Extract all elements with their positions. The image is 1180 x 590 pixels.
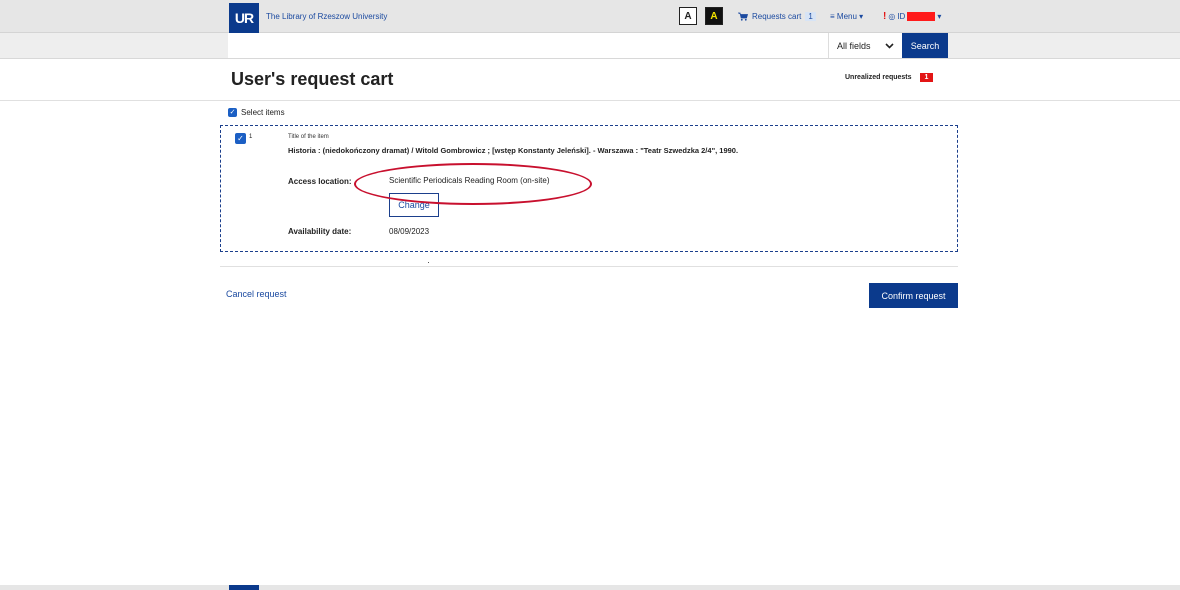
cart-item: ✓ 1 Title of the item Historia : (niedok… bbox=[220, 125, 958, 252]
cart-icon bbox=[738, 12, 748, 21]
item-title: Historia : (niedokończony dramat) / Wito… bbox=[288, 146, 739, 155]
user-account-dropdown[interactable]: ! ◎ ID ▾ bbox=[883, 11, 941, 22]
menu-label: Menu bbox=[836, 12, 857, 21]
item-number: 1 bbox=[249, 134, 253, 140]
unrealized-requests-link[interactable]: Unrealized requests 1 bbox=[845, 73, 934, 82]
availability-date-label: Availability date: bbox=[288, 227, 352, 236]
search-bar: All fields Search bbox=[0, 33, 1180, 59]
change-location-button[interactable]: Change bbox=[389, 193, 439, 217]
cart-count-badge: 1 bbox=[805, 12, 816, 21]
search-button[interactable]: Search bbox=[902, 33, 948, 58]
library-name-link[interactable]: The Library of Rzeszow University bbox=[266, 12, 387, 21]
contrast-high-button[interactable]: A bbox=[705, 7, 723, 25]
caret-down-icon: ▾ bbox=[859, 12, 864, 21]
id-label: ID bbox=[897, 12, 906, 21]
footer-bar bbox=[0, 585, 1180, 590]
item-title-caption: Title of the item bbox=[288, 134, 329, 140]
page-title: User's request cart bbox=[231, 69, 394, 89]
menu-dropdown[interactable]: ≡ Menu ▾ bbox=[830, 12, 863, 21]
availability-date-value: 08/09/2023 bbox=[389, 227, 430, 236]
select-all-checkbox[interactable]: ✓ bbox=[228, 108, 237, 117]
divider bbox=[220, 266, 958, 267]
requests-cart-link[interactable]: Requests cart 1 bbox=[738, 12, 816, 21]
select-items-label: Select items bbox=[241, 108, 285, 117]
chevron-down-icon bbox=[885, 42, 894, 49]
library-logo[interactable]: UR bbox=[229, 3, 259, 33]
confirm-request-button[interactable]: Confirm request bbox=[869, 283, 958, 308]
unrealized-count-badge: 1 bbox=[919, 73, 934, 82]
hamburger-icon: ≡ bbox=[830, 12, 835, 21]
alert-icon: ! bbox=[883, 11, 887, 22]
search-field-select[interactable]: All fields bbox=[828, 33, 902, 58]
unrealized-requests-label: Unrealized requests bbox=[845, 74, 912, 81]
redacted-user-id bbox=[907, 12, 936, 21]
access-location-label: Access location: bbox=[288, 177, 352, 186]
requests-cart-label: Requests cart bbox=[752, 12, 802, 21]
stray-dot bbox=[428, 262, 429, 263]
footer-logo bbox=[229, 585, 259, 590]
top-navigation-bar: UR The Library of Rzeszow University A A… bbox=[0, 0, 1180, 33]
select-items-control[interactable]: ✓ Select items bbox=[228, 108, 285, 117]
caret-down-icon: ▾ bbox=[937, 12, 942, 21]
user-circle-icon: ◎ bbox=[888, 12, 896, 21]
contrast-normal-button[interactable]: A bbox=[679, 7, 697, 25]
item-checkbox[interactable]: ✓ bbox=[235, 133, 246, 144]
search-field-selected: All fields bbox=[837, 40, 871, 51]
divider bbox=[0, 100, 1180, 101]
cancel-request-link[interactable]: Cancel request bbox=[226, 289, 287, 299]
access-location-value: Scientific Periodicals Reading Room (on-… bbox=[389, 176, 550, 185]
search-input[interactable] bbox=[228, 33, 828, 58]
